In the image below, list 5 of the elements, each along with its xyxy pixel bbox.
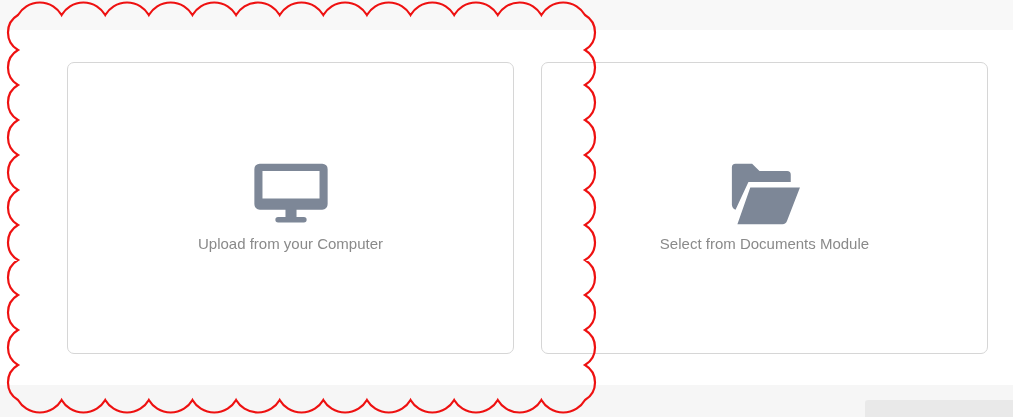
- option-label: Select from Documents Module: [659, 234, 870, 252]
- option-label: Upload from your Computer: [197, 234, 384, 252]
- monitor-icon: [253, 161, 328, 226]
- upload-option-card[interactable]: Select from Documents Module: [541, 62, 988, 354]
- upload-option-card[interactable]: Upload from your Computer: [67, 62, 514, 354]
